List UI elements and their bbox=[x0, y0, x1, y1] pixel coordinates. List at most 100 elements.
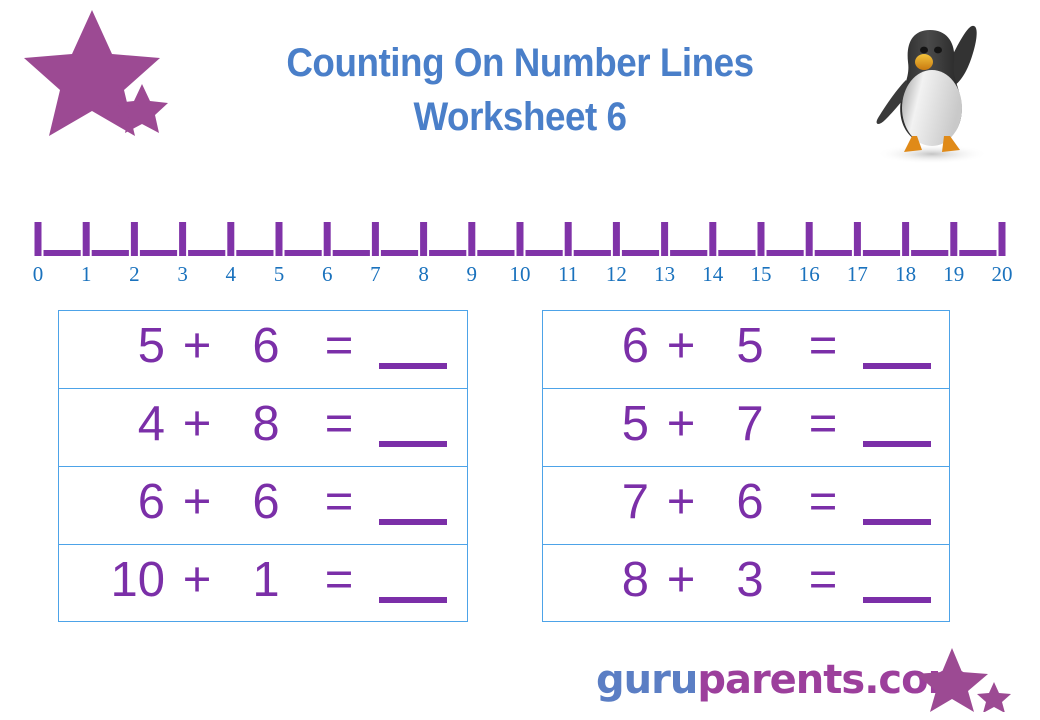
answer-blank[interactable] bbox=[379, 441, 447, 447]
number-line-tick bbox=[950, 222, 958, 256]
number-line-tick-label: 17 bbox=[846, 262, 868, 286]
plus-operator-icon: + bbox=[666, 475, 696, 529]
number-line-segment bbox=[766, 250, 804, 256]
guruparents-logo[interactable]: guruparents.com bbox=[568, 648, 1011, 716]
equals-operator-icon: = bbox=[808, 475, 838, 529]
plus-operator-icon: + bbox=[666, 553, 696, 607]
number-line-labels: 0 1 2 3 4 5 6 7 8 9 10 11 12 13 14 15 16 17 18 19 20 bbox=[30, 262, 1013, 286]
answer-blank[interactable] bbox=[863, 597, 931, 603]
answer-blank[interactable] bbox=[379, 363, 447, 369]
number-line-tick-label: 4 bbox=[225, 262, 237, 286]
answer-blank[interactable] bbox=[863, 519, 931, 525]
number-line: 0 1 2 3 4 5 6 7 8 9 10 11 12 13 14 15 16 17 18 19 20 bbox=[30, 218, 1013, 286]
number-line-tick bbox=[709, 222, 717, 256]
number-line-segment bbox=[139, 250, 178, 256]
number-line-graphic bbox=[34, 222, 1006, 256]
number-line-tick-label: 9 bbox=[466, 262, 478, 286]
number-line-tick-label: 18 bbox=[895, 262, 917, 286]
number-line-segment bbox=[525, 250, 563, 256]
number-line-segment bbox=[911, 250, 949, 256]
logo-wordmark: guruparents.com bbox=[596, 656, 969, 704]
plus-operator-icon: + bbox=[182, 397, 212, 451]
number-line-tick-label: 13 bbox=[654, 262, 676, 286]
equation-row: 7 +6 = bbox=[543, 467, 949, 545]
number-line-segment bbox=[188, 250, 226, 256]
number-line-segment bbox=[718, 250, 756, 256]
title-line-1: Counting On Number Lines bbox=[286, 41, 754, 85]
number-line-tick bbox=[82, 222, 90, 256]
answer-blank[interactable] bbox=[379, 597, 447, 603]
plus-operator-icon: + bbox=[182, 553, 212, 607]
equation-row: 6 +6 = bbox=[59, 467, 467, 545]
number-line-tick-label: 16 bbox=[798, 262, 820, 286]
equation: 6 +6 = bbox=[59, 467, 467, 545]
equals-operator-icon: = bbox=[324, 475, 354, 529]
equation: 4 +8 = bbox=[59, 389, 467, 467]
logo-text-guru: guru bbox=[596, 657, 698, 703]
equation-operand-first: 8 bbox=[621, 553, 649, 607]
equation-row: 5 +6 = bbox=[59, 311, 467, 389]
number-line-tick-label: 10 bbox=[509, 262, 531, 286]
penguin-eye-right bbox=[934, 46, 942, 54]
page-title: Counting On Number Lines Worksheet 6 bbox=[180, 36, 860, 144]
equation-row: 10 +1 = bbox=[59, 545, 467, 623]
equation: 7 +6 = bbox=[543, 467, 949, 545]
number-line-segment bbox=[332, 250, 370, 256]
penguin-eye-left bbox=[920, 46, 928, 54]
number-line-tick-label: 11 bbox=[558, 262, 579, 286]
number-line-segment bbox=[477, 250, 515, 256]
number-line-segment bbox=[670, 250, 708, 256]
number-line-segment bbox=[43, 250, 81, 256]
equation-operand-first: 10 bbox=[110, 553, 165, 607]
equation-operand-second: 6 bbox=[252, 475, 280, 529]
equation-row: 8 +3 = bbox=[543, 545, 949, 623]
penguin-beak bbox=[915, 54, 933, 70]
plus-operator-icon: + bbox=[182, 319, 212, 373]
equation-operand-second: 7 bbox=[736, 397, 764, 451]
logo-large-star-icon bbox=[916, 648, 988, 712]
worksheet-header: Counting On Number Lines Worksheet 6 bbox=[0, 0, 1040, 190]
answer-blank[interactable] bbox=[379, 519, 447, 525]
equation-operand-first: 6 bbox=[621, 319, 649, 373]
equals-operator-icon: = bbox=[324, 397, 354, 451]
number-line-tick-label: 15 bbox=[750, 262, 772, 286]
plus-operator-icon: + bbox=[182, 475, 212, 529]
penguin-shadow bbox=[876, 144, 988, 164]
number-line-tick bbox=[853, 222, 861, 256]
number-line-tick bbox=[564, 222, 572, 256]
number-line-tick-label: 14 bbox=[702, 262, 724, 286]
number-line-tick bbox=[179, 222, 187, 256]
equation-table-right: 6 +5 = 5 +7 = 7 +6 = 8 +3 = bbox=[542, 310, 950, 622]
number-line-tick bbox=[323, 222, 331, 256]
penguin-foot-right bbox=[942, 136, 960, 152]
equation-operand-first: 5 bbox=[137, 319, 165, 373]
answer-blank[interactable] bbox=[863, 441, 931, 447]
equation-operand-first: 7 bbox=[621, 475, 649, 529]
equation: 10 +1 = bbox=[59, 545, 467, 623]
title-line-2: Worksheet 6 bbox=[413, 95, 627, 139]
penguin-belly bbox=[902, 70, 962, 146]
number-line-tick-label: 5 bbox=[273, 262, 285, 286]
equation: 5 +7 = bbox=[543, 389, 949, 467]
number-line-tick bbox=[902, 222, 910, 256]
number-line-tick bbox=[420, 222, 428, 256]
number-line-tick-label: 1 bbox=[80, 262, 92, 286]
number-line-tick-label: 2 bbox=[129, 262, 140, 286]
equation-operand-first: 4 bbox=[137, 397, 165, 451]
number-line-tick bbox=[998, 222, 1006, 256]
equation-operand-second: 3 bbox=[736, 553, 764, 607]
equation-row: 6 +5 = bbox=[543, 311, 949, 389]
equation-table-left: 5 +6 = 4 +8 = 6 +6 = 10 +1 = bbox=[58, 310, 468, 622]
answer-blank[interactable] bbox=[863, 363, 931, 369]
number-line-tick bbox=[371, 222, 379, 256]
number-line-tick bbox=[130, 222, 138, 256]
equation-row: 4 +8 = bbox=[59, 389, 467, 467]
equals-operator-icon: = bbox=[808, 319, 838, 373]
equation-operand-second: 8 bbox=[252, 397, 280, 451]
logo-small-star-icon bbox=[977, 682, 1011, 713]
number-line-tick bbox=[612, 222, 620, 256]
number-line-segment bbox=[862, 250, 901, 256]
number-line-tick bbox=[468, 222, 476, 256]
number-line-tick bbox=[661, 222, 669, 256]
equation: 6 +5 = bbox=[543, 311, 949, 389]
